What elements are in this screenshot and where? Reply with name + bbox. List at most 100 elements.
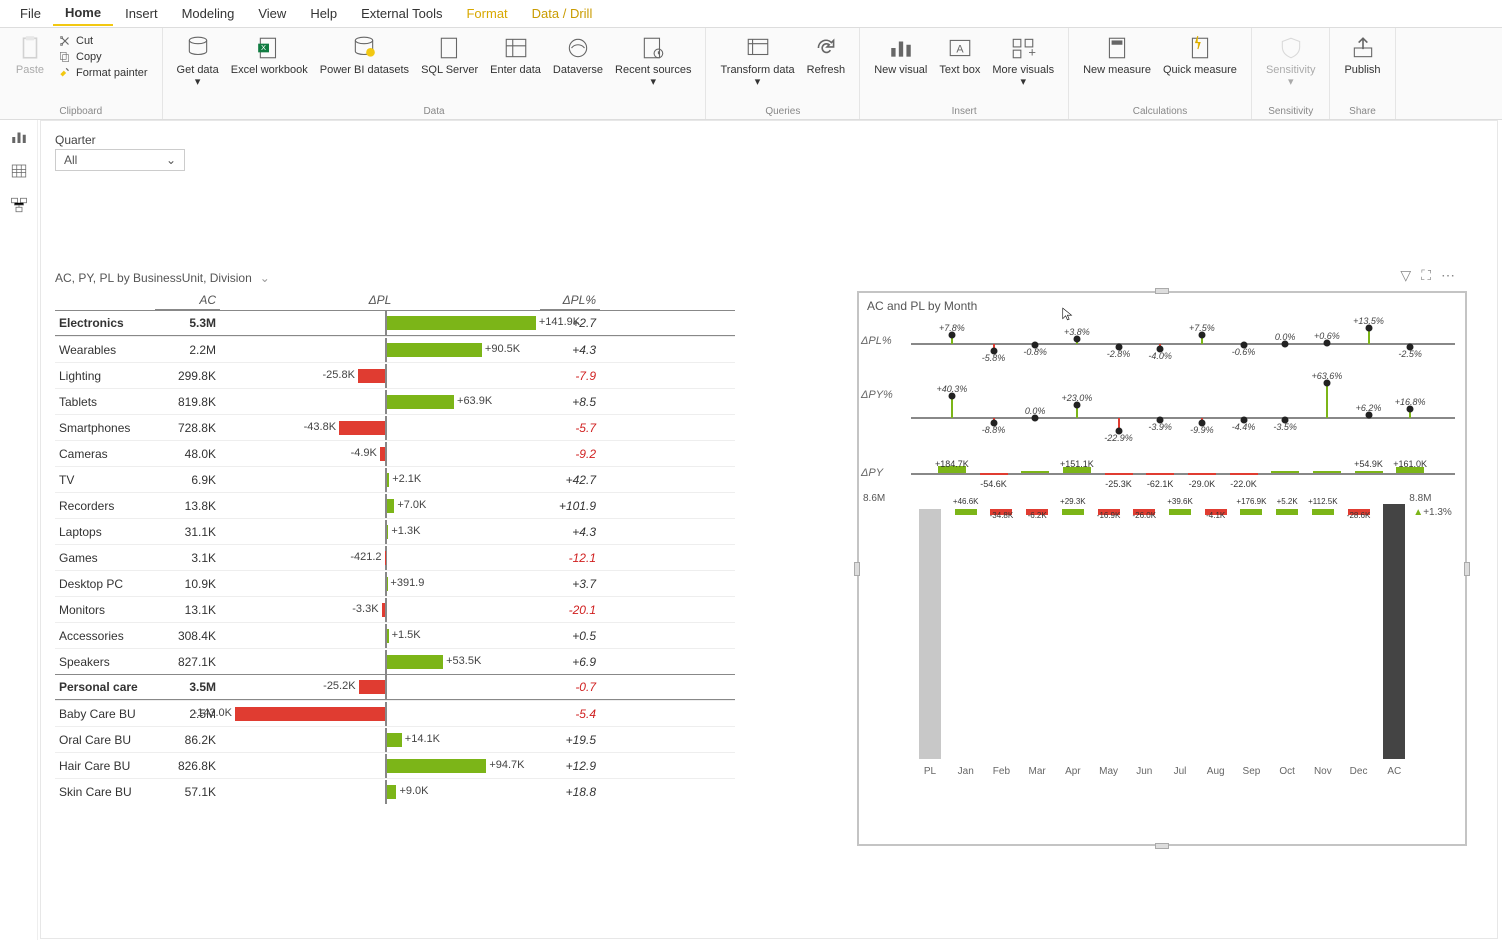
pbi-datasets-button[interactable]: Power BI datasets (314, 32, 415, 78)
menu-home[interactable]: Home (53, 1, 113, 26)
table-row[interactable]: Laptops31.1K+1.3K+4.3 (55, 518, 735, 544)
publish-button[interactable]: Publish (1338, 32, 1386, 78)
table-row[interactable]: Tablets819.8K+63.9K+8.5 (55, 388, 735, 414)
row-ac: 5.3M (155, 316, 220, 330)
enter-data-button[interactable]: Enter data (484, 32, 547, 78)
row-ac: 308.4K (155, 629, 220, 643)
quick-measure-button[interactable]: Quick measure (1157, 32, 1243, 78)
waterfall-start-label: 8.6M (863, 493, 885, 504)
resize-handle-left[interactable] (854, 562, 860, 576)
row-bar: +90.5K (220, 340, 540, 360)
row-pct: +3.7 (540, 577, 600, 591)
calculator-icon (1103, 34, 1131, 62)
table-row[interactable]: Electronics5.3M+141.9K+2.7 (55, 310, 735, 336)
table-row[interactable]: Speakers827.1K+53.5K+6.9 (55, 648, 735, 674)
slicer-dropdown[interactable]: All ⌄ (55, 149, 185, 171)
menu-data-drill[interactable]: Data / Drill (520, 2, 605, 25)
row-bar: -43.8K (220, 418, 540, 438)
row-bar: +2.1K (220, 470, 540, 490)
table-row[interactable]: Smartphones728.8K-43.8K-5.7 (55, 414, 735, 440)
menu-insert[interactable]: Insert (113, 2, 170, 25)
table-row[interactable]: Games3.1K-421.2-12.1 (55, 544, 735, 570)
more-visuals-icon: + (1009, 34, 1037, 62)
row-name: Lighting (55, 369, 155, 383)
report-canvas[interactable]: Quarter All ⌄ AC, PY, PL by BusinessUnit… (40, 120, 1498, 939)
row-pct: +4.3 (540, 525, 600, 539)
filter-icon[interactable]: ▽ (1400, 267, 1411, 284)
svg-text:+: + (1029, 45, 1037, 60)
recent-sources-button[interactable]: Recent sources▾ (609, 32, 697, 90)
resize-handle-top[interactable] (1155, 288, 1169, 294)
focus-mode-icon[interactable]: ⛶ (1421, 267, 1431, 284)
format-painter-button[interactable]: Format painter (58, 66, 148, 80)
menu-view[interactable]: View (246, 2, 298, 25)
variance-table-visual[interactable]: AC, PY, PL by BusinessUnit, Division ⌄ A… (55, 271, 735, 804)
resize-handle-right[interactable] (1464, 562, 1470, 576)
sensitivity-button[interactable]: Sensitivity▾ (1260, 32, 1322, 90)
menu-file[interactable]: File (8, 2, 53, 25)
get-data-button[interactable]: Get data▾ (171, 32, 225, 90)
table-title: AC, PY, PL by BusinessUnit, Division ⌄ (55, 271, 735, 285)
table-row[interactable]: Lighting299.8K-25.8K-7.9 (55, 362, 735, 388)
group-clipboard-label: Clipboard (59, 106, 102, 117)
table-row[interactable]: Wearables2.2M+90.5K+4.3 (55, 336, 735, 362)
x-axis-label: Sep (1243, 766, 1261, 777)
transform-data-button[interactable]: Transform data▾ (714, 32, 800, 90)
resize-handle-bottom[interactable] (1155, 843, 1169, 849)
menu-modeling[interactable]: Modeling (170, 2, 247, 25)
row-pct: -9.2 (540, 447, 600, 461)
row-ac: 31.1K (155, 525, 220, 539)
row-ac: 13.8K (155, 499, 220, 513)
table-row[interactable]: TV6.9K+2.1K+42.7 (55, 466, 735, 492)
x-axis-label: Oct (1279, 766, 1295, 777)
col-ac: AC (155, 291, 220, 310)
group-share-label: Share (1349, 106, 1376, 117)
format-painter-label: Format painter (76, 67, 148, 79)
report-view-icon[interactable] (10, 128, 28, 146)
table-row[interactable]: Skin Care BU57.1K+9.0K+18.8 (55, 778, 735, 804)
scissors-icon (58, 34, 72, 48)
group-queries-label: Queries (765, 106, 800, 117)
excel-workbook-button[interactable]: XExcel workbook (225, 32, 314, 78)
row-name: Hair Care BU (55, 759, 155, 773)
monthly-variance-visual[interactable]: ▽ ⛶ ⋯ AC and PL by Month ΔPL% +7.8%-5.8%… (857, 291, 1467, 846)
transform-icon (744, 34, 772, 62)
more-visuals-button[interactable]: +More visuals▾ (986, 32, 1060, 90)
sql-server-button[interactable]: SQL Server (415, 32, 484, 78)
row-ac: 826.8K (155, 759, 220, 773)
data-view-icon[interactable] (10, 162, 28, 180)
table-row[interactable]: Accessories308.4K+1.5K+0.5 (55, 622, 735, 648)
refresh-button[interactable]: Refresh (801, 32, 852, 78)
more-options-icon[interactable]: ⋯ (1441, 267, 1455, 284)
svg-text:X: X (261, 43, 266, 52)
paste-button[interactable]: Paste (8, 32, 52, 78)
menu-help[interactable]: Help (298, 2, 349, 25)
cut-button[interactable]: Cut (58, 34, 148, 48)
table-row[interactable]: Recorders13.8K+7.0K+101.9 (55, 492, 735, 518)
table-row[interactable]: Oral Care BU86.2K+14.1K+19.5 (55, 726, 735, 752)
table-row[interactable]: Baby Care BU2.5M-143.0K-5.4 (55, 700, 735, 726)
row-name: Desktop PC (55, 577, 155, 591)
table-row[interactable]: Desktop PC10.9K+391.9+3.7 (55, 570, 735, 596)
copy-button[interactable]: Copy (58, 50, 148, 64)
table-row[interactable]: Hair Care BU826.8K+94.7K+12.9 (55, 752, 735, 778)
x-axis-label: Dec (1350, 766, 1368, 777)
text-box-button[interactable]: AText box (933, 32, 986, 78)
table-row[interactable]: Monitors13.1K-3.3K-20.1 (55, 596, 735, 622)
dataverse-button[interactable]: Dataverse (547, 32, 609, 78)
row-name: Laptops (55, 525, 155, 539)
row-pct: +4.3 (540, 343, 600, 357)
new-measure-button[interactable]: New measure (1077, 32, 1157, 78)
new-visual-button[interactable]: New visual (868, 32, 933, 78)
menu-format[interactable]: Format (454, 2, 519, 25)
chevron-down-icon: ⌄ (166, 153, 176, 167)
chevron-down-icon[interactable]: ⌄ (260, 271, 270, 285)
model-view-icon[interactable] (10, 196, 28, 214)
chart-icon (887, 34, 915, 62)
table-row[interactable]: Personal care3.5M-25.2K-0.7 (55, 674, 735, 700)
row-name: Tablets (55, 395, 155, 409)
database-icon (184, 34, 212, 62)
row-ac: 3.1K (155, 551, 220, 565)
table-row[interactable]: Cameras48.0K-4.9K-9.2 (55, 440, 735, 466)
menu-external-tools[interactable]: External Tools (349, 2, 454, 25)
